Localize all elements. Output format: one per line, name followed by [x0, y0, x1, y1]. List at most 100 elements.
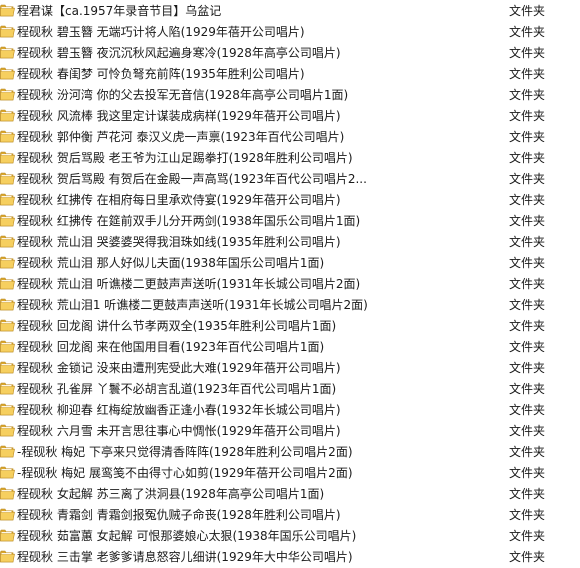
folder-name: 程砚秋 红拂传 在相府每日里承欢侍宴(1929年蓓开公司唱片): [17, 193, 341, 207]
folder-row[interactable]: 程砚秋 红拂传 在相府每日里承欢侍宴(1929年蓓开公司唱片) 文件夹: [0, 190, 580, 211]
folder-name: 程砚秋 红拂传 在筵前双手儿分开两剑(1938年国乐公司唱片1面): [17, 214, 361, 228]
item-type: 文件夹: [509, 508, 546, 522]
folder-name: 程砚秋 贺后骂殿 老王爷为江山足踢拳打(1928年胜利公司唱片): [17, 151, 353, 165]
folder-icon: [0, 424, 15, 437]
folder-icon: [0, 256, 15, 269]
item-type: 文件夹: [509, 382, 546, 396]
folder-icon: [0, 487, 15, 500]
folder-row[interactable]: 程砚秋 风流棒 我这里定计谋装成病样(1929年蓓开公司唱片) 文件夹: [0, 106, 580, 127]
folder-name: 程砚秋 青霜剑 青霜剑报冤仇贼子命丧(1928年胜利公司唱片): [17, 508, 341, 522]
item-type: 文件夹: [509, 88, 546, 102]
item-type: 文件夹: [509, 550, 546, 564]
folder-row[interactable]: 程砚秋 碧玉簪 夜沉沉秋风起遍身寒冷(1928年高亭公司唱片) 文件夹: [0, 43, 580, 64]
item-type: 文件夹: [509, 361, 546, 375]
item-type: 文件夹: [509, 424, 546, 438]
folder-icon: [0, 25, 15, 38]
folder-icon: [0, 193, 15, 206]
folder-icon: [0, 298, 15, 311]
folder-name: 程砚秋 风流棒 我这里定计谋装成病样(1929年蓓开公司唱片): [17, 109, 341, 123]
folder-name: 程砚秋 回龙阁 来在他国用目看(1923年百代公司唱片1面): [17, 340, 325, 354]
folder-row[interactable]: 程砚秋 郭仲衡 芦花河 泰汉义虎一声禀(1923年百代公司唱片) 文件夹: [0, 127, 580, 148]
folder-row[interactable]: 程砚秋 春闺梦 可怜负弩充前阵(1935年胜利公司唱片) 文件夹: [0, 64, 580, 85]
folder-icon: [0, 4, 15, 17]
folder-icon: [0, 109, 15, 122]
folder-row[interactable]: 程砚秋 孔雀屏 丫鬟不必胡言乱道(1923年百代公司唱片1面) 文件夹: [0, 379, 580, 400]
folder-name: 程砚秋 回龙阁 讲什么节孝两双全(1935年胜利公司唱片1面): [17, 319, 337, 333]
folder-row[interactable]: 程砚秋 荒山泪 哭婆婆哭得我泪珠如线(1935年胜利公司唱片) 文件夹: [0, 232, 580, 253]
folder-icon: [0, 151, 15, 164]
item-type: 文件夹: [509, 319, 546, 333]
folder-name: 程砚秋 茹富蕙 女起解 可恨那婆娘心太狠(1938年国乐公司唱片): [17, 529, 357, 543]
item-type: 文件夹: [509, 340, 546, 354]
item-type: 文件夹: [509, 46, 546, 60]
folder-name: 程砚秋 贺后骂殿 有贺后在金殿一声高骂(1923年百代公司唱片2...: [17, 172, 367, 186]
folder-name: 程砚秋 碧玉簪 无端巧计将人陷(1929年蓓开公司唱片): [17, 25, 305, 39]
file-list: 程君谋【ca.1957年录音节目】乌盆记 文件夹 程砚秋 碧玉簪 无端巧计将人陷(1…: [0, 0, 580, 565]
folder-icon: [0, 46, 15, 59]
folder-icon: [0, 130, 15, 143]
folder-icon: [0, 361, 15, 374]
folder-name: 程砚秋 六月雪 未开言思往事心中惆怅(1929年蓓开公司唱片): [17, 424, 341, 438]
folder-name: 程砚秋 荒山泪1 听谯楼二更鼓声声送听(1931年长城公司唱片2面): [17, 298, 368, 312]
folder-row[interactable]: 程砚秋 贺后骂殿 老王爷为江山足踢拳打(1928年胜利公司唱片) 文件夹: [0, 148, 580, 169]
folder-row[interactable]: 程砚秋 贺后骂殿 有贺后在金殿一声高骂(1923年百代公司唱片2... 文件夹: [0, 169, 580, 190]
item-type: 文件夹: [509, 277, 546, 291]
folder-name: 程砚秋 春闺梦 可怜负弩充前阵(1935年胜利公司唱片): [17, 67, 305, 81]
item-type: 文件夹: [509, 487, 546, 501]
folder-row[interactable]: 程砚秋 汾河湾 你的父去投军无音信(1928年高亭公司唱片1面) 文件夹: [0, 85, 580, 106]
folder-row[interactable]: 程砚秋 金锁记 没来由遭刑宪受此大难(1929年蓓开公司唱片) 文件夹: [0, 358, 580, 379]
folder-icon: [0, 403, 15, 416]
item-type: 文件夹: [509, 4, 546, 18]
item-type: 文件夹: [509, 529, 546, 543]
folder-name: 程砚秋 孔雀屏 丫鬟不必胡言乱道(1923年百代公司唱片1面): [17, 382, 337, 396]
folder-row[interactable]: 程砚秋 茹富蕙 女起解 可恨那婆娘心太狠(1938年国乐公司唱片) 文件夹: [0, 526, 580, 547]
folder-row[interactable]: 程砚秋 荒山泪 那人好似儿夫面(1938年国乐公司唱片1面) 文件夹: [0, 253, 580, 274]
item-type: 文件夹: [509, 130, 546, 144]
folder-name: 程砚秋 碧玉簪 夜沉沉秋风起遍身寒冷(1928年高亭公司唱片): [17, 46, 341, 60]
folder-name: 程砚秋 郭仲衡 芦花河 泰汉义虎一声禀(1923年百代公司唱片): [17, 130, 345, 144]
item-type: 文件夹: [509, 298, 546, 312]
folder-name: -程砚秋 梅妃 展鸾笺不由得寸心如剪(1929年蓓开公司唱片2面): [17, 466, 353, 480]
folder-name: 程砚秋 三击掌 老爹爹请息怒容儿细讲(1929年大中华公司唱片): [17, 550, 353, 564]
folder-icon: [0, 466, 15, 479]
item-type: 文件夹: [509, 172, 546, 186]
item-type: 文件夹: [509, 214, 546, 228]
folder-row[interactable]: 程砚秋 柳迎春 红梅绽放幽香正逢小春(1932年长城公司唱片) 文件夹: [0, 400, 580, 421]
folder-name: 程砚秋 荒山泪 那人好似儿夫面(1938年国乐公司唱片1面): [17, 256, 325, 270]
folder-row[interactable]: 程砚秋 碧玉簪 无端巧计将人陷(1929年蓓开公司唱片) 文件夹: [0, 22, 580, 43]
item-type: 文件夹: [509, 235, 546, 249]
folder-icon: [0, 382, 15, 395]
folder-icon: [0, 319, 15, 332]
folder-icon: [0, 277, 15, 290]
folder-row[interactable]: -程砚秋 梅妃 下亭来只觉得清香阵阵(1928年胜利公司唱片2面) 文件夹: [0, 442, 580, 463]
folder-icon: [0, 235, 15, 248]
folder-icon: [0, 88, 15, 101]
folder-icon: [0, 214, 15, 227]
folder-row[interactable]: 程砚秋 六月雪 未开言思往事心中惆怅(1929年蓓开公司唱片) 文件夹: [0, 421, 580, 442]
folder-icon: [0, 67, 15, 80]
folder-icon: [0, 445, 15, 458]
folder-row[interactable]: -程砚秋 梅妃 展鸾笺不由得寸心如剪(1929年蓓开公司唱片2面) 文件夹: [0, 463, 580, 484]
folder-name: 程砚秋 荒山泪 哭婆婆哭得我泪珠如线(1935年胜利公司唱片): [17, 235, 341, 249]
item-type: 文件夹: [509, 109, 546, 123]
item-type: 文件夹: [509, 466, 546, 480]
folder-name: 程砚秋 女起解 苏三离了洪洞县(1928年高亭公司唱片1面): [17, 487, 325, 501]
folder-row[interactable]: 程砚秋 荒山泪 听谯楼二更鼓声声送听(1931年长城公司唱片2面) 文件夹: [0, 274, 580, 295]
folder-row[interactable]: 程君谋【ca.1957年录音节目】乌盆记 文件夹: [0, 1, 580, 22]
item-type: 文件夹: [509, 403, 546, 417]
item-type: 文件夹: [509, 151, 546, 165]
folder-icon: [0, 340, 15, 353]
item-type: 文件夹: [509, 67, 546, 81]
folder-icon: [0, 550, 15, 563]
folder-row[interactable]: 程砚秋 回龙阁 来在他国用目看(1923年百代公司唱片1面) 文件夹: [0, 337, 580, 358]
folder-name: 程砚秋 金锁记 没来由遭刑宪受此大难(1929年蓓开公司唱片): [17, 361, 341, 375]
folder-name: 程砚秋 荒山泪 听谯楼二更鼓声声送听(1931年长城公司唱片2面): [17, 277, 361, 291]
folder-row[interactable]: 程砚秋 回龙阁 讲什么节孝两双全(1935年胜利公司唱片1面) 文件夹: [0, 316, 580, 337]
folder-name: 程砚秋 柳迎春 红梅绽放幽香正逢小春(1932年长城公司唱片): [17, 403, 341, 417]
folder-row[interactable]: 程砚秋 红拂传 在筵前双手儿分开两剑(1938年国乐公司唱片1面) 文件夹: [0, 211, 580, 232]
folder-name: -程砚秋 梅妃 下亭来只觉得清香阵阵(1928年胜利公司唱片2面): [17, 445, 353, 459]
folder-row[interactable]: 程砚秋 青霜剑 青霜剑报冤仇贼子命丧(1928年胜利公司唱片) 文件夹: [0, 505, 580, 526]
folder-name: 程砚秋 汾河湾 你的父去投军无音信(1928年高亭公司唱片1面): [17, 88, 349, 102]
folder-row[interactable]: 程砚秋 女起解 苏三离了洪洞县(1928年高亭公司唱片1面) 文件夹: [0, 484, 580, 505]
folder-row[interactable]: 程砚秋 荒山泪1 听谯楼二更鼓声声送听(1931年长城公司唱片2面) 文件夹: [0, 295, 580, 316]
